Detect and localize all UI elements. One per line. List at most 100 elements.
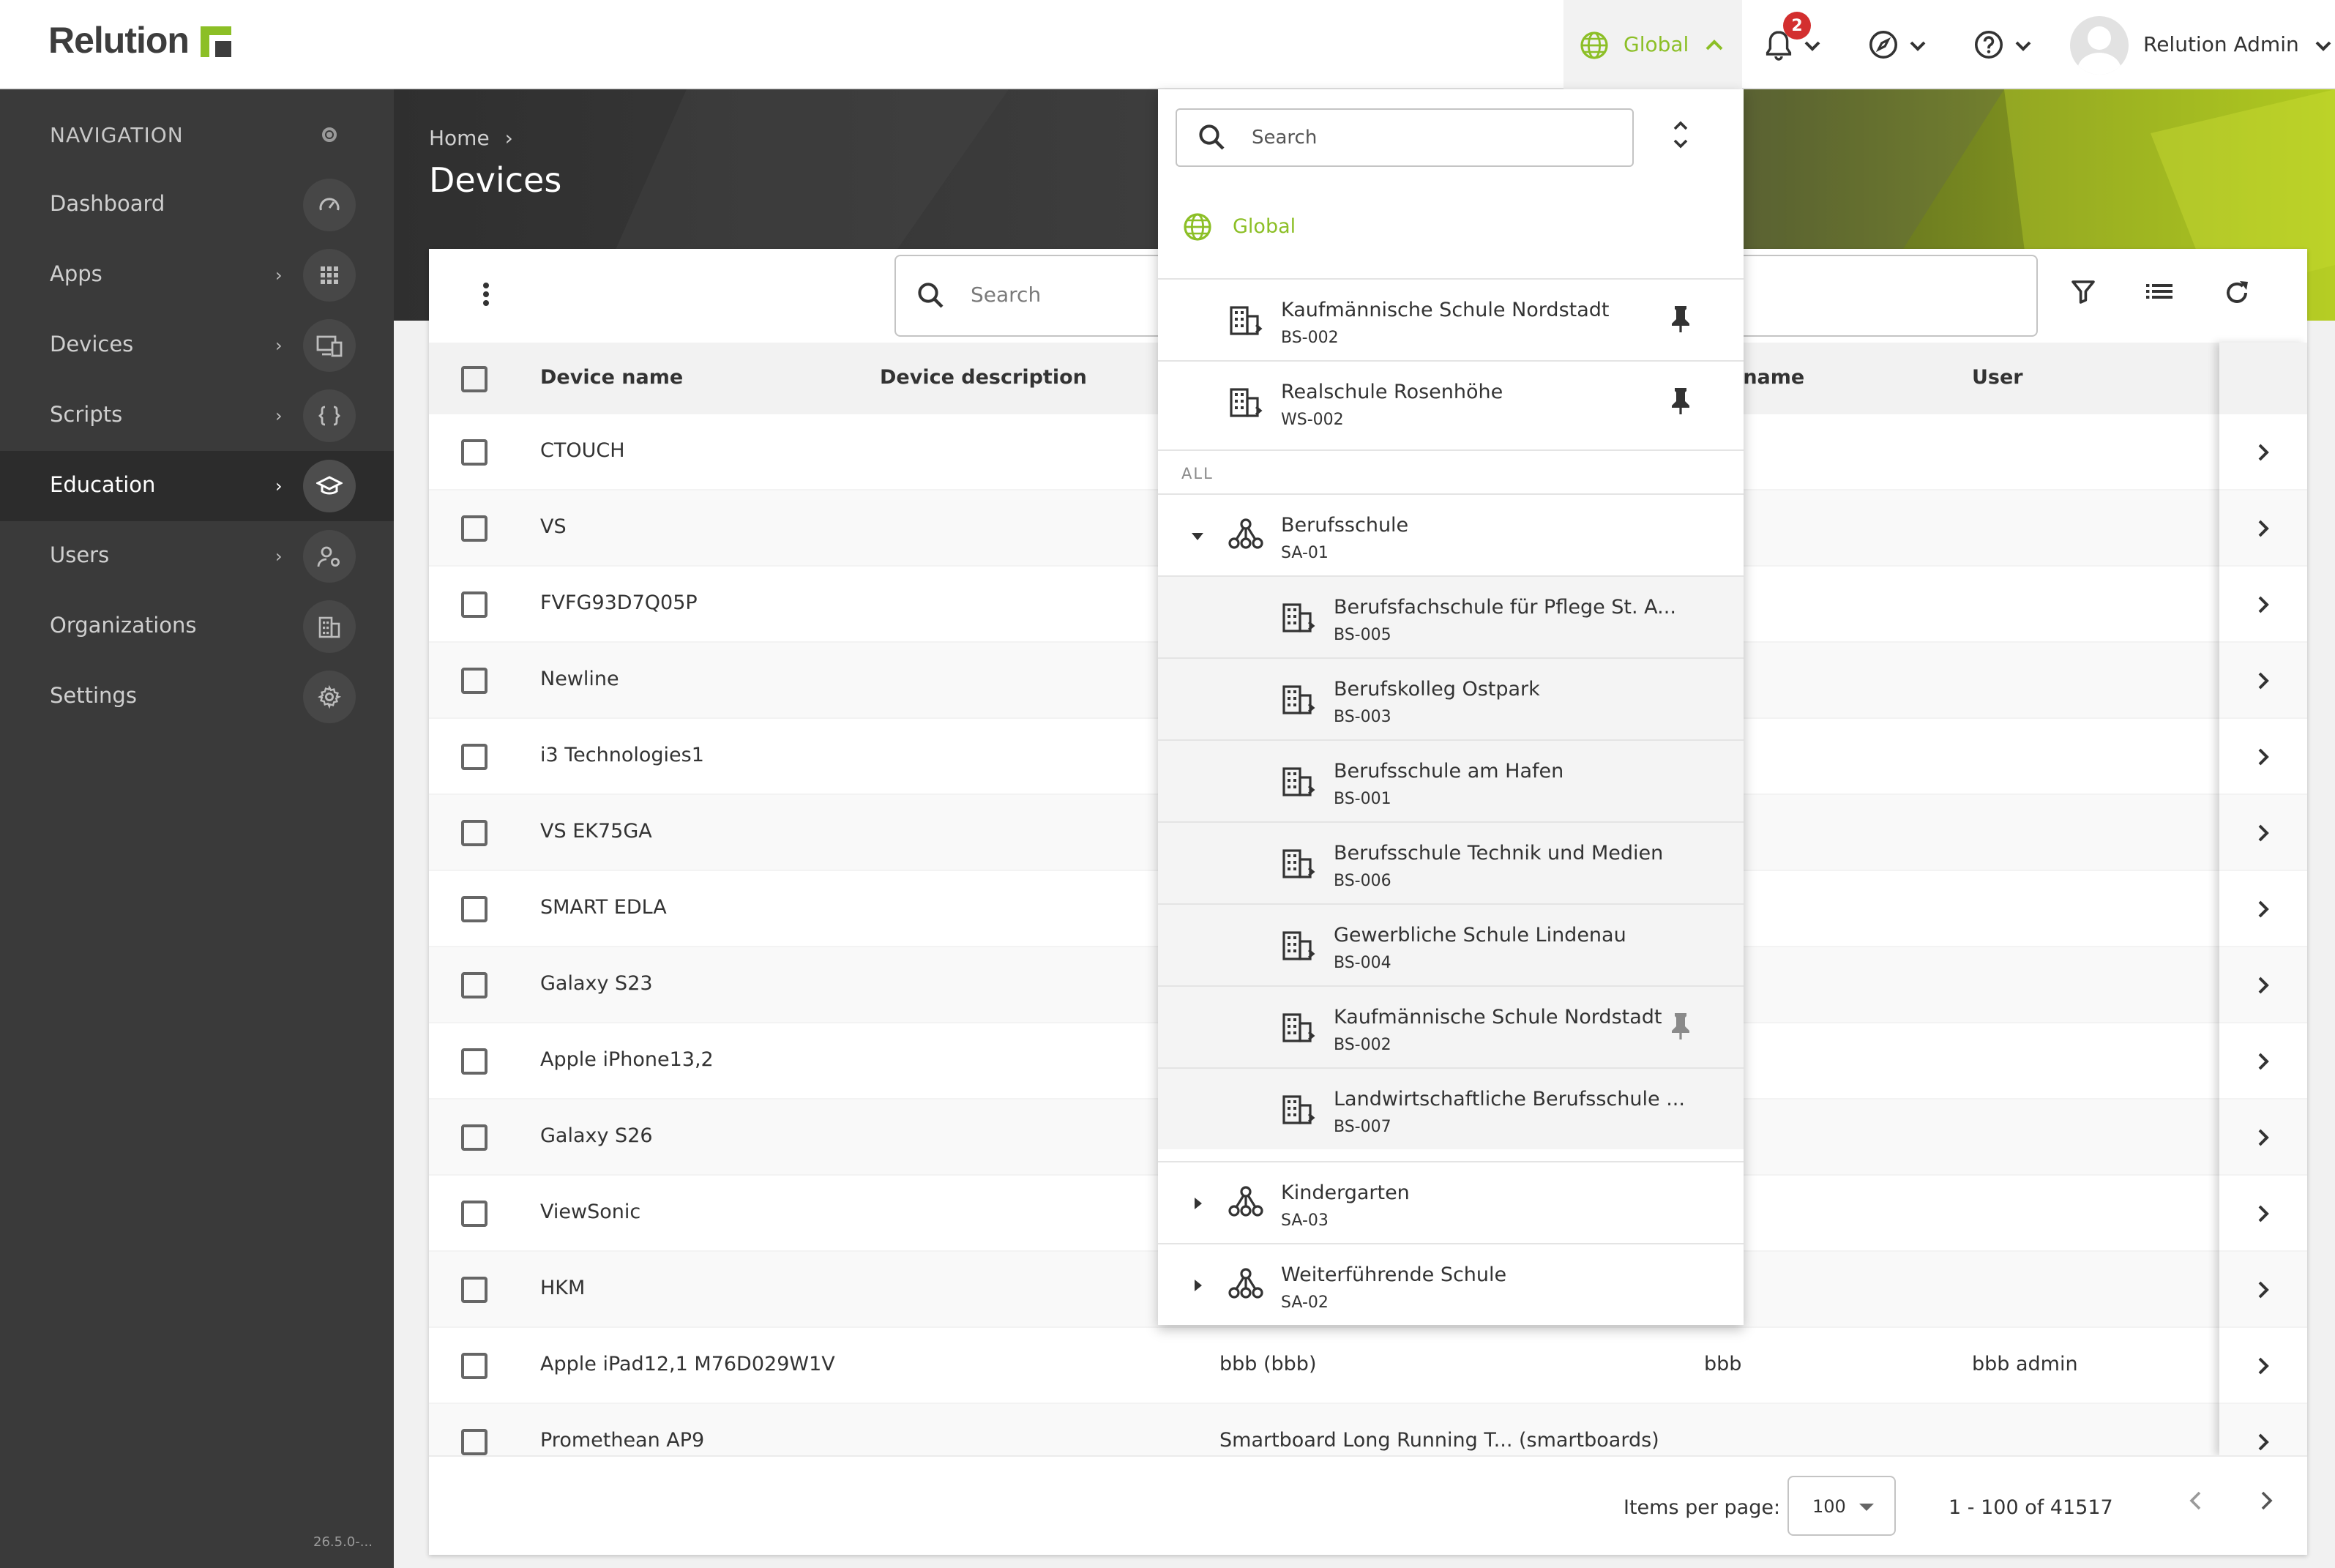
user-cell: bbb admin bbox=[1972, 1353, 2078, 1376]
logo-text: Relution bbox=[48, 20, 190, 61]
select-all-checkbox[interactable] bbox=[461, 366, 487, 392]
sidebar-item-label: Devices bbox=[50, 334, 134, 357]
all-section-header: ALL bbox=[1158, 449, 1744, 493]
breadcrumb-home-link[interactable]: Home bbox=[429, 127, 490, 151]
user-menu-button[interactable]: Relution Admin bbox=[2070, 0, 2334, 89]
filter-icon[interactable] bbox=[2070, 278, 2096, 305]
devices-icon bbox=[303, 319, 356, 372]
hierarchy-icon bbox=[1228, 1186, 1263, 1224]
table-row[interactable]: Apple iPad12,1 M76D029W1V bbb (bbb) bbb bbb… bbox=[429, 1328, 2307, 1404]
chevron-down-icon bbox=[1910, 40, 1926, 51]
row-checkbox[interactable] bbox=[461, 1277, 487, 1303]
sidebar-item-dashboard[interactable]: Dashboard bbox=[0, 170, 394, 240]
org-group-item[interactable]: Weiterführende Schule SA-02 bbox=[1158, 1243, 1744, 1325]
device-description-cell: Smartboard Long Running T... (smartboard… bbox=[1219, 1429, 1659, 1452]
caret-right-icon[interactable] bbox=[1190, 1196, 1205, 1211]
row-checkbox[interactable] bbox=[461, 515, 487, 542]
column-header-user[interactable]: User bbox=[1972, 366, 2023, 389]
chevron-up-icon bbox=[1705, 39, 1722, 50]
column-header-device-name[interactable]: Device name bbox=[540, 366, 683, 389]
caret-right-icon[interactable] bbox=[1190, 1278, 1205, 1293]
sidebar-item-apps[interactable]: Apps › bbox=[0, 240, 394, 310]
pin-sidebar-icon[interactable] bbox=[322, 127, 337, 142]
notifications-button[interactable]: 2 bbox=[1764, 0, 1823, 89]
row-checkbox[interactable] bbox=[461, 1124, 487, 1151]
sidebar-item-settings[interactable]: Settings bbox=[0, 662, 394, 732]
pin-icon[interactable] bbox=[1669, 1012, 1692, 1047]
pinned-org-item[interactable]: Realschule Rosenhöhe WS-002 bbox=[1158, 360, 1744, 442]
username-cell: bbb bbox=[1704, 1353, 1742, 1376]
context-selector-button[interactable]: Global bbox=[1563, 0, 1742, 89]
row-checkbox[interactable] bbox=[461, 820, 487, 846]
org-name: Berufskolleg Ostpark bbox=[1334, 678, 1540, 701]
context-option-global[interactable]: Global bbox=[1158, 196, 1744, 258]
pin-icon[interactable] bbox=[1669, 305, 1692, 334]
pin-icon[interactable] bbox=[1669, 387, 1692, 416]
items-per-page-select[interactable]: 100 bbox=[1787, 1476, 1896, 1536]
sidebar-item-education[interactable]: Education › bbox=[0, 451, 394, 521]
users-icon bbox=[303, 530, 356, 583]
sidebar-item-scripts[interactable]: Scripts › bbox=[0, 381, 394, 451]
org-child-item[interactable]: Landwirtschaftliche Berufsschule ... BS-0… bbox=[1158, 1067, 1744, 1149]
row-checkbox[interactable] bbox=[461, 1201, 487, 1227]
chevron-right-icon: › bbox=[275, 265, 283, 285]
column-header-username[interactable]: rname bbox=[1733, 366, 1804, 389]
row-checkbox[interactable] bbox=[461, 591, 487, 618]
row-checkbox[interactable] bbox=[461, 744, 487, 770]
column-header-device-description[interactable]: Device description bbox=[880, 366, 1087, 389]
org-name: Landwirtschaftliche Berufsschule ... bbox=[1334, 1088, 1685, 1111]
sidebar-item-label: Scripts bbox=[50, 404, 123, 428]
sidebar-item-users[interactable]: Users › bbox=[0, 521, 394, 591]
search-placeholder: Search bbox=[1252, 127, 1318, 149]
refresh-icon[interactable] bbox=[2222, 278, 2252, 307]
chevron-right-icon: › bbox=[504, 127, 513, 151]
org-child-item[interactable]: Berufskolleg Ostpark BS-003 bbox=[1158, 657, 1744, 739]
version-label: 26.5.0-... bbox=[313, 1536, 373, 1550]
device-name-cell: FVFG93D7Q05P bbox=[540, 591, 698, 615]
context-search-input[interactable]: Search bbox=[1176, 108, 1634, 167]
sidebar-item-label: Apps bbox=[50, 264, 102, 287]
relution-logo[interactable]: Relution bbox=[48, 20, 231, 63]
building-icon bbox=[1281, 928, 1316, 969]
previous-page-icon[interactable] bbox=[2186, 1489, 2206, 1512]
org-code: BS-003 bbox=[1334, 707, 1391, 726]
org-code: BS-005 bbox=[1334, 625, 1391, 644]
row-actions-column bbox=[2219, 343, 2307, 1455]
row-checkbox[interactable] bbox=[461, 1353, 487, 1379]
row-checkbox[interactable] bbox=[461, 972, 487, 998]
org-child-item[interactable]: Gewerbliche Schule Lindenau BS-004 bbox=[1158, 903, 1744, 985]
explore-menu-button[interactable] bbox=[1868, 0, 1928, 89]
row-checkbox[interactable] bbox=[461, 1048, 487, 1075]
pinned-org-item[interactable]: Kaufmännische Schule Nordstadt BS-002 bbox=[1158, 278, 1744, 360]
column-list-icon[interactable] bbox=[2145, 278, 2174, 305]
row-checkbox[interactable] bbox=[461, 668, 487, 694]
compass-icon bbox=[1869, 30, 1898, 59]
row-checkbox[interactable] bbox=[461, 439, 487, 466]
org-group-item[interactable]: Berufsschule SA-01 bbox=[1158, 493, 1744, 575]
org-group-item[interactable]: Kindergarten SA-03 bbox=[1158, 1161, 1744, 1243]
help-menu-button[interactable] bbox=[1973, 0, 2033, 89]
org-code: BS-001 bbox=[1334, 789, 1391, 808]
context-dropdown: Search Global Kaufmännische Schule Nords… bbox=[1158, 89, 1744, 1325]
chevron-right-icon: › bbox=[275, 406, 283, 426]
next-page-icon[interactable] bbox=[2256, 1489, 2276, 1512]
org-child-item[interactable]: Kaufmännische Schule Nordstadt BS-002 bbox=[1158, 985, 1744, 1067]
device-name-cell: VS EK75GA bbox=[540, 820, 652, 843]
row-checkbox[interactable] bbox=[461, 896, 487, 922]
org-child-item[interactable]: Berufsfachschule für Pflege St. A... BS-0… bbox=[1158, 575, 1744, 657]
caret-down-icon[interactable] bbox=[1190, 529, 1205, 543]
org-code: BS-007 bbox=[1334, 1117, 1391, 1136]
navigation-heading: NAVIGATION bbox=[50, 124, 184, 148]
top-bar: Relution Global 2 Relution Admin bbox=[0, 0, 2335, 89]
org-name: Berufsschule bbox=[1281, 514, 1409, 537]
unfold-icon[interactable] bbox=[1670, 119, 1691, 151]
sidebar-item-devices[interactable]: Devices › bbox=[0, 310, 394, 381]
building-icon bbox=[1228, 303, 1263, 344]
sidebar-item-organizations[interactable]: Organizations bbox=[0, 591, 394, 662]
org-child-item[interactable]: Berufsschule am Hafen BS-001 bbox=[1158, 739, 1744, 821]
building-icon bbox=[1228, 385, 1263, 426]
row-checkbox[interactable] bbox=[461, 1429, 487, 1455]
org-child-item[interactable]: Berufsschule Technik und Medien BS-006 bbox=[1158, 821, 1744, 903]
building-icon bbox=[1281, 682, 1316, 723]
more-vert-icon[interactable] bbox=[482, 281, 490, 307]
